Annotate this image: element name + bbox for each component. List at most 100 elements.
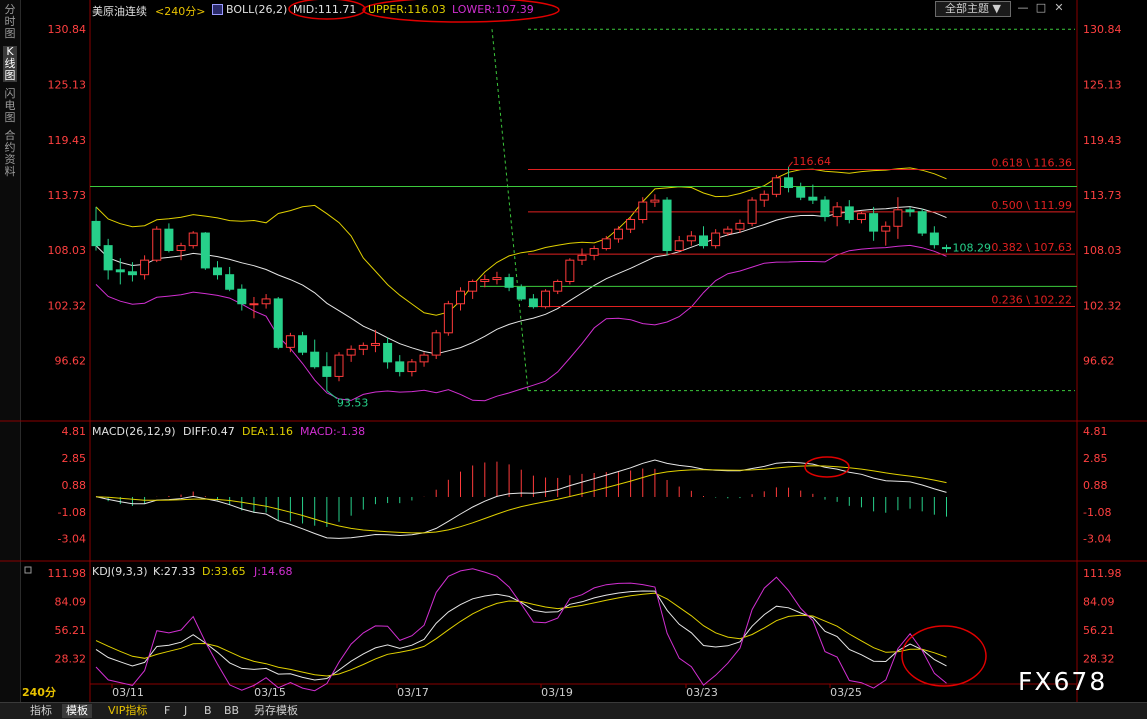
candle-body [468, 280, 478, 292]
candle-body [358, 344, 368, 350]
candle-body [638, 201, 648, 220]
theme-selector-button[interactable]: 全部主题 ▼ [935, 1, 1011, 17]
candle-body [407, 361, 417, 373]
candle-body [626, 218, 636, 230]
kdj-axis-label-left: 56.21 [55, 624, 87, 637]
candle-body [820, 199, 830, 218]
candle-body [577, 254, 587, 261]
candle-body [650, 199, 660, 203]
kdj-label: KDJ(9,3,3) [92, 565, 148, 578]
candle-body [456, 290, 465, 305]
kdj-axis-label-right: 84.09 [1083, 596, 1115, 609]
tab-bb[interactable]: BB [220, 704, 243, 718]
candle-body [285, 335, 295, 348]
kdj-axis-label-left: 84.09 [55, 596, 87, 609]
tab-vip-indicators[interactable]: VIP指标 [104, 704, 151, 718]
candle-body [176, 245, 186, 251]
candle-body [395, 361, 405, 373]
candle-body [662, 199, 672, 251]
candle-body [844, 206, 854, 220]
candle-body [917, 211, 927, 234]
candle-body [759, 193, 769, 201]
macd-axis-label-left: -1.08 [58, 506, 86, 519]
boll-upper-value: UPPER:116.03 [368, 3, 446, 16]
candle-body [334, 354, 344, 377]
macd-axis-label-right: -1.08 [1083, 506, 1111, 519]
chart-canvas[interactable]: 130.84 130.84 125.13 125.13 119.43 119.43 113.… [0, 0, 1147, 702]
price-axis-label-left: 113.73 [48, 189, 87, 202]
candle-body [747, 199, 757, 224]
candle-body [115, 269, 125, 273]
kline-chart-window: 分时图 K线图 闪电图 合约资料 130.84 130.84 125.13 125.1… [0, 0, 1147, 719]
price-axis-label-right: 125.13 [1083, 79, 1122, 92]
candle-body [370, 342, 380, 346]
candle-body [674, 240, 684, 251]
date-axis-label: 03/11 [112, 686, 144, 699]
candle-body [261, 298, 271, 305]
boll-label: BOLL(26,2) [226, 3, 288, 16]
candle-body [735, 222, 745, 230]
candle-body [699, 235, 708, 247]
candle-body [565, 259, 575, 282]
kdj-j-line [95, 568, 947, 692]
price-axis-label-left: 130.84 [48, 23, 87, 36]
kdj-d-value: D:33.65 [202, 565, 246, 578]
kdj-axis-label-right: 111.98 [1083, 567, 1122, 580]
candle-body [832, 206, 842, 218]
candle-body [893, 209, 903, 227]
candle-body [443, 303, 453, 334]
macd-dea-value: DEA:1.16 [242, 425, 293, 438]
candle-body [528, 298, 538, 308]
kdj-d-line [95, 592, 947, 677]
candle-body [273, 298, 283, 348]
date-axis-label: 03/17 [397, 686, 429, 699]
candle-body [480, 279, 490, 282]
candle-body [881, 225, 891, 232]
candle-body [213, 267, 222, 276]
candle-body [784, 177, 794, 189]
macd-axis-label-left: 4.81 [62, 425, 87, 438]
candle-body [553, 280, 563, 292]
low-mark-pointer [326, 390, 338, 400]
close-icon[interactable]: ✕ [1052, 2, 1066, 14]
period-label: <240分> [155, 5, 206, 18]
price-axis-label-right: 102.32 [1083, 300, 1122, 313]
kdj-axis-label-right: 28.32 [1083, 652, 1115, 665]
tab-f[interactable]: F [160, 704, 174, 718]
macd-diff-value: DIFF:0.47 [183, 425, 235, 438]
boll-mid-line [95, 206, 947, 355]
candle-body [237, 288, 247, 305]
date-axis-label: 03/15 [254, 686, 286, 699]
tab-b[interactable]: B [200, 704, 216, 718]
save-template-button[interactable]: 另存模板 [250, 704, 302, 718]
candle-body [929, 232, 939, 246]
minimize-icon[interactable]: — [1016, 2, 1030, 14]
candle-body [91, 220, 101, 247]
candle-body [127, 271, 137, 276]
tab-j[interactable]: J [180, 704, 191, 718]
fib-diagonal-dashed-line [491, 29, 529, 391]
kdj-panel-toggle-icon [24, 566, 32, 574]
macd-axis-label-right: 2.85 [1083, 452, 1108, 465]
fib-level-label: 0.618 \ 116.36 [991, 157, 1072, 170]
candle-body [686, 235, 696, 242]
candle-body [613, 228, 623, 240]
fib-level-label: 0.500 \ 111.99 [991, 199, 1072, 212]
tab-templates[interactable]: 模板 [62, 704, 92, 718]
period-selector[interactable]: 240分 [22, 686, 68, 700]
candle-body [711, 232, 721, 247]
candle-body [856, 213, 866, 220]
kdj-j-value: J:14.68 [254, 565, 293, 578]
price-axis-label-left: 102.32 [48, 300, 87, 313]
date-axis-label: 03/25 [830, 686, 862, 699]
macd-axis-label-right: 0.88 [1083, 479, 1108, 492]
price-axis-label-right: 130.84 [1083, 23, 1122, 36]
tab-indicators[interactable]: 指标 [26, 704, 56, 718]
kdj-k-value: K:27.33 [153, 565, 196, 578]
macd-axis-label-right: -3.04 [1083, 533, 1111, 546]
candle-body [164, 228, 174, 251]
maximize-icon[interactable]: □ [1034, 2, 1048, 14]
indicator-settings-icon[interactable] [212, 4, 223, 15]
candle-body [152, 228, 162, 261]
date-axis-label: 03/19 [541, 686, 573, 699]
